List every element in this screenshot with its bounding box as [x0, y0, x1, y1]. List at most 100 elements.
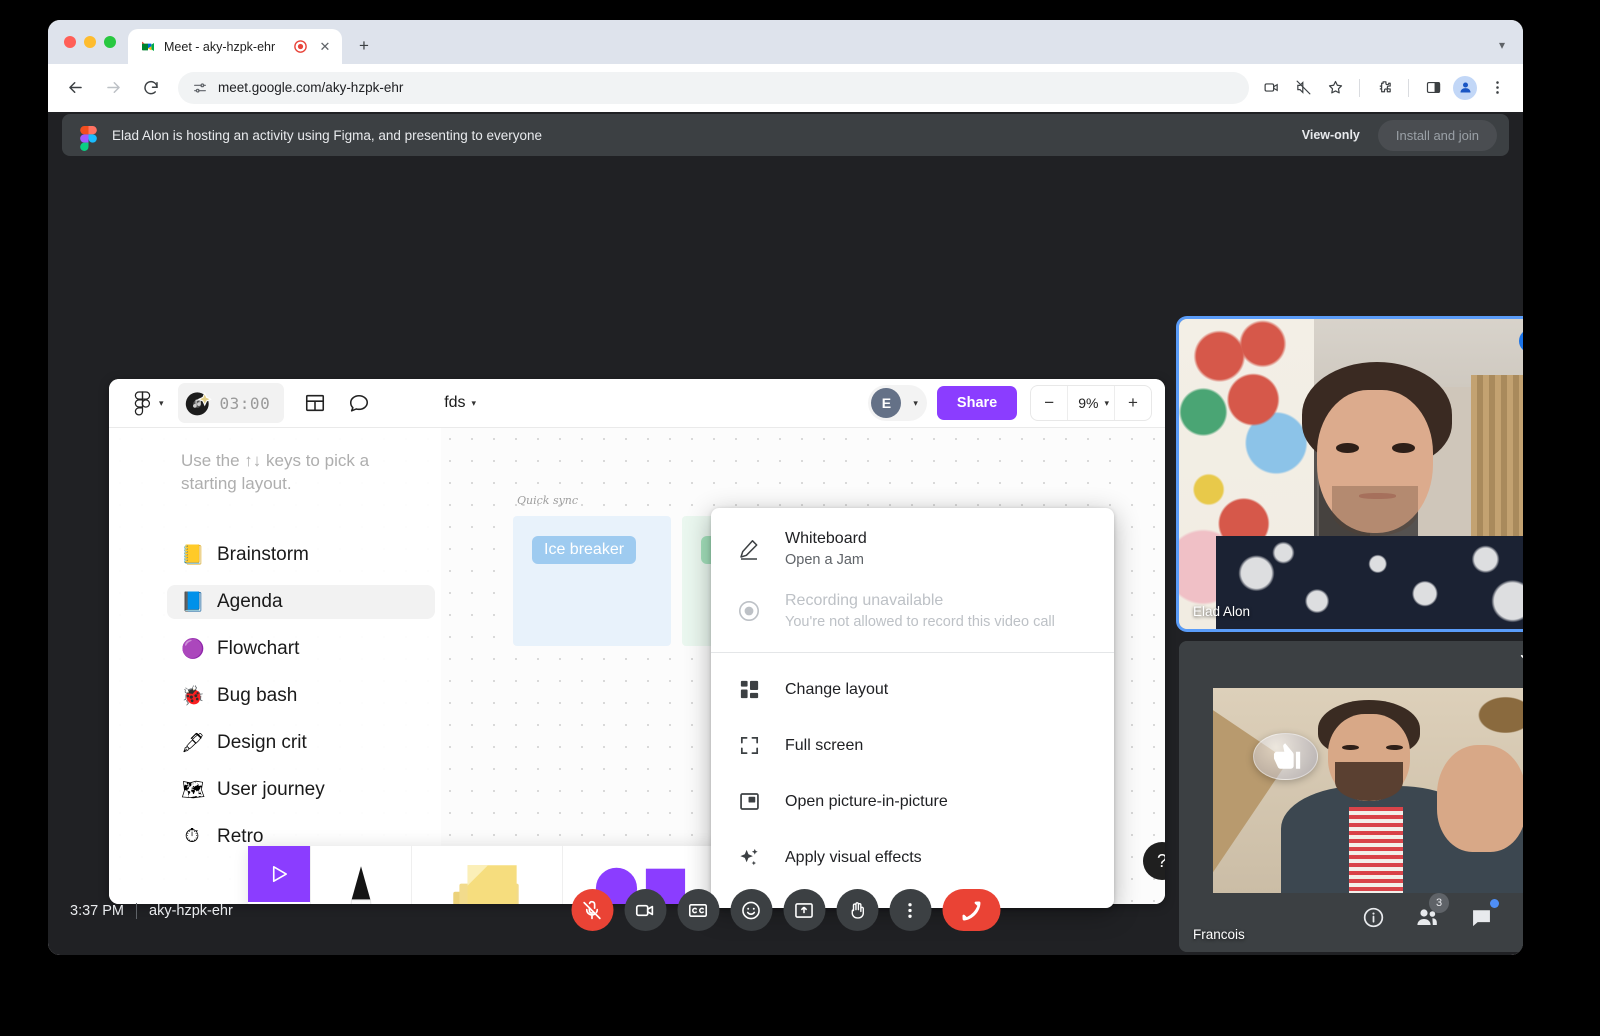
layout-grid-icon [735, 675, 763, 703]
toolbar-divider-2 [1408, 78, 1409, 97]
mic-off-icon [1519, 653, 1523, 675]
figma-logo-icon[interactable] [131, 390, 153, 416]
side-panel-icon[interactable] [1419, 74, 1447, 102]
layout-item-label: Flowchart [217, 638, 300, 659]
menu-item-change-layout[interactable]: Change layout [711, 661, 1114, 717]
layout-item-design-crit[interactable]: 🖋 Design crit [167, 726, 435, 760]
menu-item-recording-unavailable: Recording unavailable You're not allowed… [711, 580, 1114, 642]
layout-item-label: Design crit [217, 732, 307, 753]
more-options-button[interactable] [889, 889, 931, 931]
chevron-down-icon-user[interactable]: ▾ [913, 398, 918, 409]
chat-unread-dot [1490, 899, 1499, 908]
participant-name: Francois [1193, 927, 1245, 942]
pencil-icon [735, 535, 763, 563]
agenda-icon: 📘 [181, 592, 205, 613]
raise-hand-button[interactable] [836, 889, 878, 931]
zoom-out-button[interactable]: − [1031, 386, 1067, 420]
extensions-puzzle-icon[interactable] [1370, 74, 1398, 102]
menu-item-text: Open picture-in-picture [785, 790, 948, 813]
tune-icon[interactable] [192, 80, 208, 96]
figma-file-name[interactable]: fds [444, 394, 465, 412]
zoom-level[interactable]: 9% ▾ [1067, 386, 1115, 420]
arrow-left-icon[interactable] [60, 73, 90, 103]
profile-avatar-icon[interactable] [1451, 74, 1479, 102]
board-title: Quick sync [517, 494, 579, 507]
menu-item-text: Recording unavailable You're not allowed… [785, 589, 1055, 633]
menu-item-visual-effects[interactable]: Apply visual effects [711, 829, 1114, 885]
meeting-code: aky-hzpk-ehr [149, 903, 233, 919]
menu-item-title: Whiteboard [785, 530, 867, 547]
comment-icon[interactable] [346, 390, 372, 416]
arrow-right-icon[interactable] [98, 73, 128, 103]
chevron-down-icon-zoom: ▾ [1104, 397, 1109, 408]
menu-item-text: Full screen [785, 734, 863, 757]
bookmark-star-icon[interactable] [1321, 74, 1349, 102]
music-star-icon [184, 388, 214, 418]
reload-icon[interactable] [136, 73, 166, 103]
menu-item-text: Change layout [785, 678, 888, 701]
install-and-join-button[interactable]: Install and join [1377, 119, 1497, 151]
zoom-in-button[interactable]: + [1115, 386, 1151, 420]
address-bar[interactable]: meet.google.com/aky-hzpk-ehr [178, 71, 1249, 104]
captions-button[interactable] [677, 889, 719, 931]
menu-item-text: Whiteboard Open a Jam [785, 527, 867, 571]
layout-picker-panel: Use the ↑↓ keys to pick a starting layou… [109, 428, 441, 904]
chevron-down-icon[interactable]: ▾ [159, 398, 164, 409]
menu-divider [711, 652, 1114, 654]
present-button[interactable] [783, 889, 825, 931]
screen-root: Meet - aky-hzpk-ehr ✕ + ▾ meet.google.co… [0, 0, 1600, 1036]
more-options-menu: Whiteboard Open a Jam Recording unavaila… [711, 508, 1114, 908]
maximize-window-button[interactable] [104, 36, 116, 48]
avatar: E [871, 388, 902, 418]
browser-tab[interactable]: Meet - aky-hzpk-ehr ✕ [128, 29, 342, 64]
minimize-window-button[interactable] [84, 36, 96, 48]
zoom-level-value: 9% [1078, 395, 1099, 411]
meet-right-controls: 3 [1353, 893, 1501, 937]
figma-timer[interactable]: 03:00 [177, 383, 285, 423]
panels-icon[interactable] [302, 390, 328, 416]
menu-item-picture-in-picture[interactable]: Open picture-in-picture [711, 773, 1114, 829]
browser-menu-icon[interactable] [1483, 74, 1511, 102]
menu-item-full-screen[interactable]: Full screen [711, 717, 1114, 773]
figma-user-chip[interactable]: E ▾ [868, 385, 927, 421]
chevron-down-icon-file[interactable]: ▾ [472, 398, 477, 409]
browser-navigation-bar: meet.google.com/aky-hzpk-ehr [48, 64, 1523, 112]
bug-icon: 🐞 [181, 686, 205, 707]
fullscreen-icon [735, 731, 763, 759]
chevron-down-icon[interactable]: ▾ [1499, 38, 1505, 52]
reactions-button[interactable] [730, 889, 772, 931]
layout-item-flowchart[interactable]: 🟣 Flowchart [167, 632, 435, 666]
layout-item-label: Retro [217, 826, 264, 847]
leave-call-button[interactable] [942, 889, 1000, 931]
activity-banner: Elad Alon is hosting an activity using F… [62, 114, 1509, 156]
board-column-ice-breaker[interactable]: Ice breaker [513, 516, 671, 646]
meet-call-controls [571, 889, 1000, 931]
participant-tile-elad-alon[interactable]: ••• Elad Alon [1179, 319, 1523, 629]
meeting-details-button[interactable] [1353, 897, 1393, 937]
chat-button[interactable] [1461, 897, 1501, 937]
record-circle-icon [735, 597, 763, 625]
menu-item-whiteboard[interactable]: Whiteboard Open a Jam [711, 518, 1114, 580]
layout-list: 📒 Brainstorm 📘 Agenda 🟣 Flowchart 🐞 Bug … [167, 538, 435, 867]
new-tab-button[interactable]: + [350, 32, 378, 60]
microphone-button[interactable] [571, 889, 613, 931]
picture-in-picture-icon [735, 787, 763, 815]
camera-button[interactable] [624, 889, 666, 931]
divider [136, 903, 137, 919]
recording-indicator-icon[interactable] [293, 39, 308, 54]
participant-name: Elad Alon [1193, 604, 1251, 619]
toolbar-divider [1359, 78, 1360, 97]
layout-item-bug-bash[interactable]: 🐞 Bug bash [167, 679, 435, 713]
layout-item-agenda[interactable]: 📘 Agenda [167, 585, 435, 619]
close-window-button[interactable] [64, 36, 76, 48]
layout-item-brainstorm[interactable]: 📒 Brainstorm [167, 538, 435, 572]
participants-button[interactable]: 3 [1407, 893, 1449, 937]
participants-count-badge: 3 [1429, 893, 1449, 913]
media-cast-icon[interactable] [1257, 74, 1285, 102]
share-button[interactable]: Share [936, 386, 1018, 420]
thumbs-down-icon [1253, 732, 1319, 780]
close-icon[interactable]: ✕ [316, 38, 334, 56]
view-only-label: View-only [1301, 128, 1360, 142]
tab-muted-icon[interactable] [1289, 74, 1317, 102]
layout-item-user-journey[interactable]: 🗺 User journey [167, 773, 435, 807]
